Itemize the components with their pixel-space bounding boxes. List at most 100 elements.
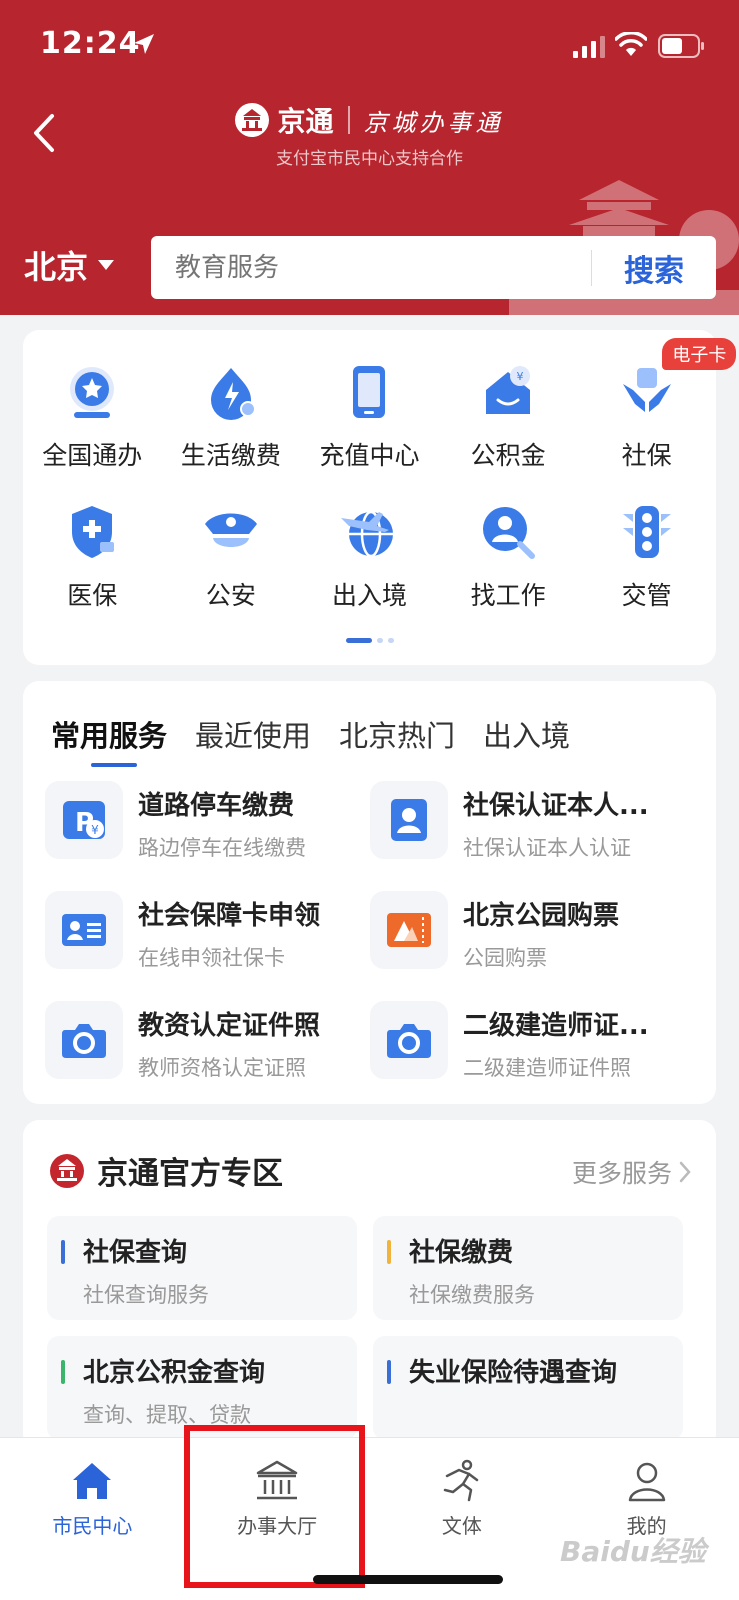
grid-label: 出入境 — [331, 581, 407, 610]
service-ss-card[interactable]: 社会保障卡申领 在线申领社保卡 — [45, 891, 370, 1001]
runner-icon — [443, 1459, 479, 1502]
parking-icon: P ¥ — [45, 781, 123, 859]
status-bar: 12:24 — [0, 0, 739, 95]
grid-label: 公积金 — [470, 441, 546, 470]
caret-down-icon — [98, 260, 115, 270]
tab-immigration[interactable]: 出入境 — [483, 713, 570, 755]
quick-services-grid: 全国通办 生活缴费 充值中心 ¥ 公积金 电子卡 社保 医保 公安 出入境 找工… — [23, 338, 737, 640]
page-indicator — [23, 638, 716, 643]
service-parking[interactable]: P ¥ 道路停车缴费 路边停车在线缴费 — [45, 781, 370, 891]
id-card-icon — [45, 891, 123, 969]
quick-services-card: 全国通办 生活缴费 充值中心 ¥ 公积金 电子卡 社保 医保 公安 出入境 找工… — [23, 330, 737, 665]
service-title: 社保认证本人... — [463, 791, 649, 821]
grid-item-police[interactable]: 公安 — [162, 500, 301, 640]
grid-label: 社保 — [621, 441, 672, 470]
grid-label: 生活缴费 — [180, 441, 281, 470]
plane-globe-icon — [341, 510, 394, 558]
grid-item-bills[interactable]: 生活缴费 — [162, 360, 301, 500]
service-subtitle: 教师资格认定证照 — [138, 1056, 306, 1080]
tab-common[interactable]: 常用服务 — [51, 713, 167, 767]
service-title: 社会保障卡申领 — [138, 901, 321, 931]
grid-label: 医保 — [67, 581, 118, 610]
grid-item-national[interactable]: 全国通办 — [23, 360, 162, 500]
more-services-label: 更多服务 — [571, 1159, 672, 1188]
official-item-title: 失业保险待遇查询 — [409, 1358, 618, 1388]
official-item-title: 社保缴费 — [409, 1238, 514, 1268]
official-zone-list: 社保查询 社保查询服务 社保缴费 社保缴费服务 北京公积金查询 查询、提取、贷款… — [47, 1216, 697, 1440]
person-card-icon — [370, 781, 448, 859]
svg-text:¥: ¥ — [517, 370, 524, 383]
service-subtitle: 二级建造师证件照 — [463, 1056, 631, 1080]
accent-bar — [61, 1240, 65, 1264]
camera-icon — [45, 1001, 123, 1079]
housing-fund-icon: ¥ — [486, 366, 531, 414]
service-title: 教资认定证件照 — [138, 1011, 321, 1041]
official-item-title: 社保查询 — [83, 1238, 188, 1268]
city-selector[interactable]: 北京 — [24, 242, 115, 288]
lightning-bill-icon — [210, 368, 256, 420]
tab-citizen-center[interactable]: 市民中心 — [0, 1438, 185, 1600]
official-zone-header: 京通官方专区 — [49, 1148, 283, 1193]
service-teacher-photo[interactable]: 教资认定证件照 教师资格认定证照 — [45, 1001, 370, 1111]
police-cap-icon — [204, 513, 257, 547]
home-indicator[interactable] — [313, 1575, 503, 1584]
wifi-icon — [615, 32, 647, 56]
globe-sphere-icon — [70, 367, 115, 418]
grid-item-housing-fund[interactable]: ¥ 公积金 — [439, 360, 578, 500]
service-subtitle: 路边停车在线缴费 — [138, 836, 306, 860]
status-time: 12:24 — [40, 26, 141, 61]
grid-label: 全国通办 — [42, 441, 143, 470]
grid-item-recharge[interactable]: 充值中心 — [300, 360, 439, 500]
tab-label: 办事大厅 — [237, 1514, 318, 1538]
official-item-unemployment[interactable]: 失业保险待遇查询 — [373, 1336, 683, 1440]
search-button[interactable]: 搜索 — [592, 246, 716, 290]
brand-logo: 京通 京城办事通 支付宝市民中心支持合作 — [0, 98, 739, 169]
header: 12:24 京通 京城办事通 支付宝市民中心支持合作 北京 教育服务 搜索 — [0, 0, 739, 315]
service-list: P ¥ 道路停车缴费 路边停车在线缴费 社保认证本人... 社保认证本人认证 社… — [45, 781, 695, 1111]
official-item-ss-payment[interactable]: 社保缴费 社保缴费服务 — [373, 1216, 683, 1320]
official-item-housing-fund[interactable]: 北京公积金查询 查询、提取、贷款 — [47, 1336, 357, 1440]
grid-item-social-security[interactable]: 电子卡 社保 — [577, 338, 737, 500]
job-search-icon — [483, 507, 536, 559]
camera-icon — [370, 1001, 448, 1079]
search-input[interactable] — [151, 236, 591, 299]
user-profile-icon — [628, 1462, 665, 1502]
grid-item-medical[interactable]: 医保 — [23, 500, 162, 640]
grid-item-traffic[interactable]: 交管 — [577, 500, 716, 640]
grid-item-immigration[interactable]: 出入境 — [300, 500, 439, 640]
brand-divider — [347, 106, 350, 134]
more-services-link[interactable]: 更多服务 — [572, 1154, 692, 1190]
jingtong-logo-icon — [235, 103, 270, 137]
tab-label: 市民中心 — [52, 1514, 133, 1538]
official-zone-title: 京通官方专区 — [97, 1156, 283, 1192]
service-ss-auth[interactable]: 社保认证本人... 社保认证本人认证 — [370, 781, 695, 891]
phone-recharge-icon — [353, 366, 386, 418]
ticket-icon — [370, 891, 448, 969]
brand-name: 京通 — [277, 105, 334, 138]
official-item-subtitle: 社保查询服务 — [83, 1283, 209, 1307]
chevron-right-icon — [679, 1161, 691, 1183]
official-item-subtitle: 查询、提取、贷款 — [83, 1403, 251, 1427]
jingtong-logo-icon — [50, 1153, 84, 1188]
tab-mine[interactable]: 我的 — [554, 1438, 739, 1600]
service-constructor-photo[interactable]: 二级建造师证... 二级建造师证件照 — [370, 1001, 695, 1111]
page-dot-active — [345, 638, 372, 643]
tab-recent[interactable]: 最近使用 — [195, 713, 311, 755]
official-zone-card: 京通官方专区 更多服务 社保查询 社保查询服务 社保缴费 社保缴费服务 北京公积… — [23, 1120, 716, 1450]
official-item-ss-query[interactable]: 社保查询 社保查询服务 — [47, 1216, 357, 1320]
social-security-hands-icon — [622, 368, 671, 412]
official-item-title: 北京公积金查询 — [83, 1358, 266, 1388]
grid-item-job[interactable]: 找工作 — [439, 500, 578, 640]
brand-subtitle: 支付宝市民中心支持合作 — [276, 149, 463, 169]
home-icon — [73, 1463, 112, 1499]
location-arrow-icon — [134, 34, 154, 54]
page-dot — [376, 638, 383, 643]
tab-beijing-hot[interactable]: 北京热门 — [339, 713, 455, 755]
battery-icon — [658, 34, 704, 58]
grid-label: 充值中心 — [319, 441, 420, 470]
traffic-light-icon — [622, 506, 671, 558]
svg-text:¥: ¥ — [91, 823, 99, 837]
service-park-ticket[interactable]: 北京公园购票 公园购票 — [370, 891, 695, 1001]
watermark-text: Baidu经验 — [560, 1535, 706, 1568]
city-name: 北京 — [24, 248, 89, 286]
